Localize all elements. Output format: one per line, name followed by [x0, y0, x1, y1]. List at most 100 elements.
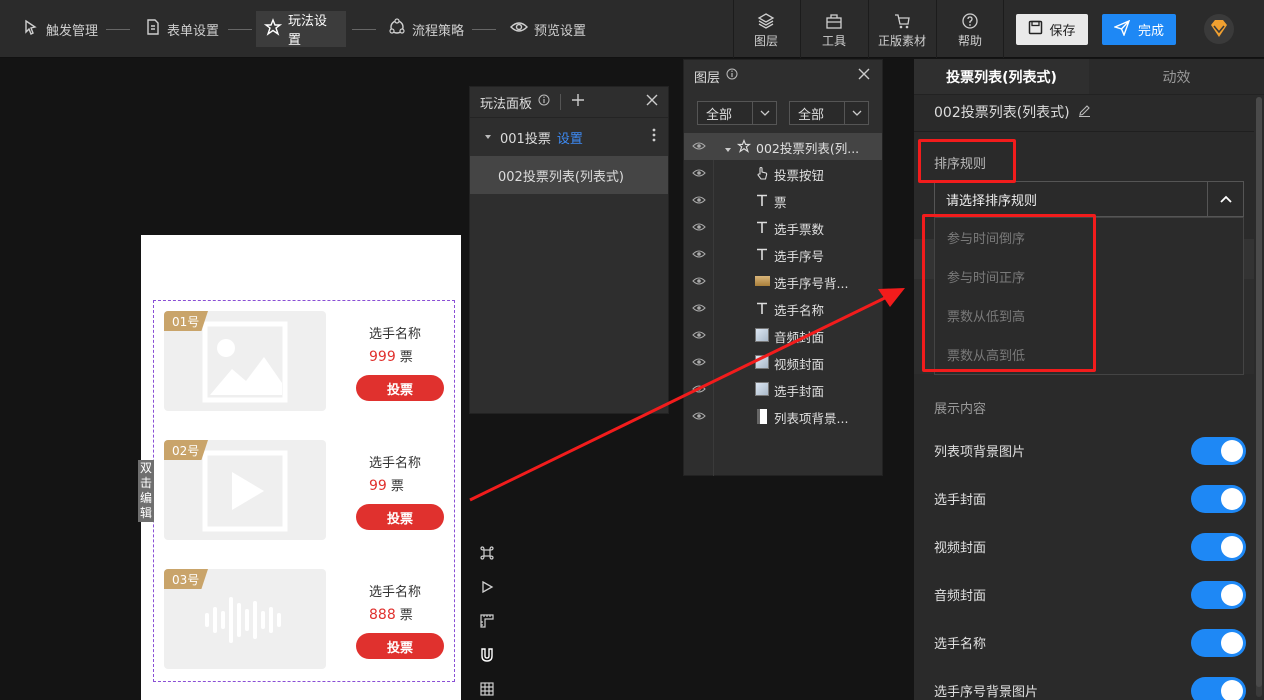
eye-icon[interactable]	[692, 194, 706, 209]
vote-button[interactable]: 投票	[356, 504, 444, 530]
play-item-vote-list[interactable]: 002投票列表(列表式)	[470, 156, 668, 194]
info-icon[interactable]	[538, 94, 550, 110]
layer-row[interactable]: 选手序号	[684, 241, 882, 268]
toggle-switch[interactable]	[1191, 533, 1246, 561]
list-item[interactable]: 02号 选手名称 99 票 投票	[154, 430, 454, 540]
layer-type-select[interactable]: 全部	[789, 101, 869, 125]
settings-link[interactable]: 设置	[557, 128, 583, 147]
caret-down-icon[interactable]	[484, 130, 492, 145]
layer-filter-select[interactable]: 全部	[697, 101, 777, 125]
layer-row[interactable]: 选手封面	[684, 376, 882, 403]
list-item[interactable]: 03号 选手名称 888 票 投票	[154, 559, 454, 669]
grid-icon[interactable]	[476, 672, 498, 700]
tab-vote-list[interactable]: 投票列表(列表式)	[914, 59, 1089, 94]
layer-row[interactable]: 视频封面	[684, 349, 882, 376]
text-t-icon	[754, 300, 770, 316]
toggle-switch[interactable]	[1191, 437, 1246, 465]
component-title: 002投票列表(列表式)	[934, 102, 1091, 122]
layer-label: 选手票数	[774, 222, 825, 237]
eye-icon[interactable]	[692, 356, 706, 371]
more-vertical-icon[interactable]	[652, 128, 656, 146]
chevron-up-icon[interactable]	[1207, 182, 1243, 216]
select-placeholder: 请选择排序规则	[946, 193, 1038, 209]
vote-unit: 票	[399, 608, 413, 623]
caret-down-icon[interactable]	[724, 142, 732, 157]
save-label: 保存	[1049, 24, 1076, 39]
done-label: 完成	[1137, 24, 1164, 39]
panel-scrollbar[interactable]	[1256, 97, 1262, 697]
layer-row[interactable]: 选手名称	[684, 295, 882, 322]
tool-label: 工具	[821, 34, 846, 48]
magnet-icon[interactable]	[476, 638, 498, 672]
save-button[interactable]: 保存	[1016, 14, 1088, 45]
close-icon[interactable]	[858, 68, 870, 84]
toggle-switch[interactable]	[1191, 485, 1246, 513]
text-t-icon	[754, 219, 770, 235]
step-flow-strategy[interactable]: 流程策略	[380, 11, 472, 47]
step-preview-settings[interactable]: 预览设置	[502, 11, 594, 47]
annotation-highlight-box	[918, 139, 1016, 183]
play-panel: 玩法面板 001投票 设置 002投票列表(列表式)	[469, 86, 669, 414]
eye-icon[interactable]	[692, 275, 706, 290]
toggle-switch[interactable]	[1191, 629, 1246, 657]
eye-icon[interactable]	[692, 383, 706, 398]
layer-row[interactable]: 列表项背景...	[684, 403, 882, 430]
layer-row[interactable]: 票	[684, 187, 882, 214]
eye-icon[interactable]	[692, 410, 706, 425]
toggle-row: 列表项背景图片	[934, 435, 1246, 465]
audio-wave-icon	[202, 579, 288, 661]
divider	[914, 131, 1254, 132]
help-button[interactable]: 帮助	[940, 12, 1000, 49]
step-form-settings[interactable]: 表单设置	[137, 11, 227, 47]
layers-tool-button[interactable]: 图层	[736, 12, 796, 49]
list-item[interactable]: 01号 选手名称 999 票 投票	[154, 301, 454, 411]
toggle-row: 音频封面	[934, 579, 1246, 609]
layer-row[interactable]: 选手序号背...	[684, 268, 882, 295]
layer-label: 选手封面	[774, 384, 825, 399]
divider	[868, 0, 869, 58]
number-badge: 03号	[164, 569, 208, 589]
sort-rule-select[interactable]: 请选择排序规则	[934, 181, 1244, 217]
vote-list-component[interactable]: 01号 选手名称 999 票 投票 02号 选手名称 99 票 投票 03号 选…	[153, 300, 455, 682]
eye-icon[interactable]	[692, 167, 706, 182]
eye-icon	[510, 18, 528, 40]
close-icon[interactable]	[646, 94, 658, 110]
layer-row[interactable]: 选手票数	[684, 214, 882, 241]
diamond-logo-icon	[1211, 20, 1227, 37]
layer-row[interactable]: 音频封面	[684, 322, 882, 349]
eye-icon[interactable]	[692, 329, 706, 344]
edit-pencil-icon[interactable]	[1078, 104, 1091, 121]
vote-button[interactable]: 投票	[356, 375, 444, 401]
toolbox-icon	[804, 12, 864, 30]
toggle-switch[interactable]	[1191, 677, 1246, 700]
add-icon[interactable]	[571, 93, 585, 111]
ruler-icon[interactable]	[476, 604, 498, 638]
info-icon[interactable]	[726, 68, 738, 84]
step-trigger-management[interactable]: 触发管理	[14, 11, 106, 47]
toolbox-tool-button[interactable]: 工具	[804, 12, 864, 49]
layer-row[interactable]: 002投票列表(列...	[684, 133, 882, 160]
play-outline-icon[interactable]	[476, 570, 498, 604]
command-icon[interactable]	[476, 536, 498, 570]
layer-row[interactable]: 投票按钮	[684, 160, 882, 187]
play-item-vote[interactable]: 001投票 设置	[470, 118, 668, 156]
eye-icon[interactable]	[692, 140, 706, 155]
eye-icon[interactable]	[692, 302, 706, 317]
tool-label: 帮助	[957, 34, 982, 48]
select-value: 全部	[706, 107, 733, 123]
tab-animation[interactable]: 动效	[1089, 59, 1264, 94]
done-button[interactable]: 完成	[1102, 14, 1176, 45]
toggle-row: 选手序号背景图片	[934, 675, 1246, 700]
eye-icon[interactable]	[692, 221, 706, 236]
licensed-assets-button[interactable]: 正版素材	[872, 12, 932, 49]
eye-icon[interactable]	[692, 248, 706, 263]
avatar[interactable]	[1204, 14, 1234, 44]
divider	[560, 94, 562, 110]
toggle-switch[interactable]	[1191, 581, 1246, 609]
step-play-settings[interactable]: 玩法设置	[256, 11, 346, 48]
vote-button[interactable]: 投票	[356, 633, 444, 659]
document-icon	[145, 18, 161, 40]
toggle-label: 视频封面	[934, 540, 987, 556]
phone-canvas[interactable]: 01号 选手名称 999 票 投票 02号 选手名称 99 票 投票 03号 选…	[141, 235, 461, 700]
double-click-edit-tag[interactable]: 双击编辑	[138, 460, 154, 522]
